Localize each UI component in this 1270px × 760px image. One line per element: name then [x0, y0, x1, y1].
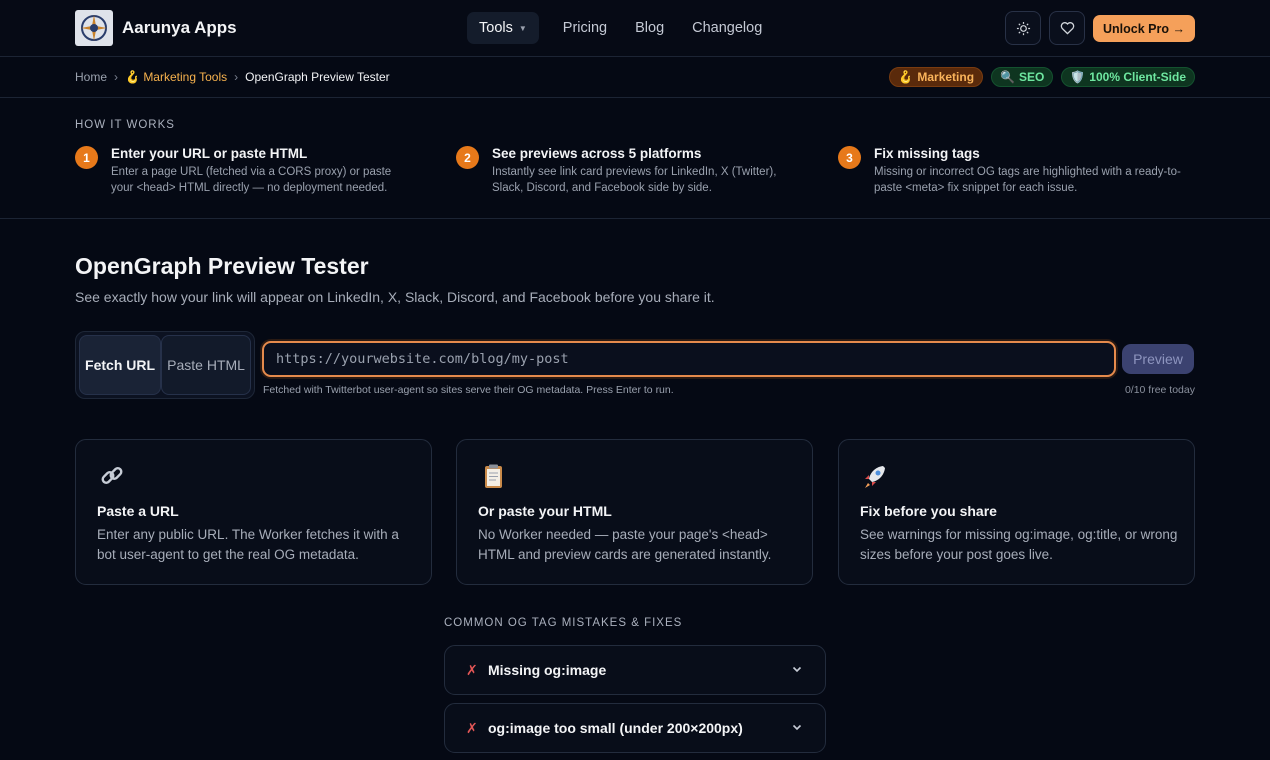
url-input-placeholder: https://yourwebsite.com/blog/my-post	[276, 351, 569, 367]
clipboard-icon	[479, 462, 507, 490]
badge-client-side[interactable]: 🛡️ 100% Client-Side	[1061, 67, 1195, 87]
faq-item-title: Missing og:image	[488, 662, 607, 678]
breadcrumb: Home › 🪝 Marketing Tools › OpenGraph Pre…	[75, 70, 390, 84]
shield-icon: 🛡️	[1070, 70, 1086, 84]
error-x-icon: ✗	[466, 720, 478, 736]
how-step: 2 See previews across 5 platforms Instan…	[456, 146, 796, 196]
step-description: Enter a page URL (fetched via a CORS pro…	[111, 166, 392, 194]
breadcrumb-separator: ›	[114, 70, 119, 84]
brand-name: Aarunya Apps	[122, 18, 237, 37]
breadcrumb-bar: Home › 🪝 Marketing Tools › OpenGraph Pre…	[0, 57, 1270, 98]
breadcrumb-current: OpenGraph Preview Tester	[245, 70, 390, 84]
feature-title: Fix before you share	[860, 503, 997, 519]
unlock-pro-button[interactable]: Unlock Pro →	[1093, 15, 1195, 42]
badge-label: SEO	[1019, 70, 1045, 84]
hook-icon: 🪝	[898, 70, 914, 84]
link-icon	[98, 462, 126, 490]
badge-label: Marketing	[917, 70, 975, 84]
input-mode-toggle: Fetch URL Paste HTML	[75, 331, 255, 399]
url-input[interactable]: https://yourwebsite.com/blog/my-post	[262, 341, 1116, 377]
feature-card: Paste a URL Enter any public URL. The Wo…	[75, 439, 432, 585]
feature-card: Fix before you share See warnings for mi…	[838, 439, 1195, 585]
how-step: 1 Enter your URL or paste HTML Enter a p…	[75, 146, 415, 196]
nav-pricing[interactable]: Pricing	[549, 12, 621, 44]
faq-item[interactable]: ✗ Missing og:image	[444, 645, 826, 695]
how-it-works-section: HOW IT WORKS 1 Enter your URL or paste H…	[0, 98, 1270, 219]
caret-down-icon: ▼	[518, 23, 527, 33]
page-subtitle: See exactly how your link will appear on…	[75, 289, 715, 305]
nav-blog[interactable]: Blog	[621, 12, 678, 44]
top-navbar: Aarunya Apps Tools ▼ Pricing Blog Change…	[0, 0, 1270, 57]
usage-quota: 0/10 free today	[1124, 384, 1195, 396]
step-number: 1	[75, 146, 98, 169]
brand-logo	[75, 10, 113, 46]
step-number: 3	[838, 146, 861, 169]
step-title: Fix missing tags	[874, 146, 980, 161]
paste-html-tab[interactable]: Paste HTML	[161, 335, 251, 395]
step-description: Missing or incorrect OG tags are highlig…	[874, 166, 1181, 194]
favorites-button[interactable]	[1049, 11, 1085, 45]
sun-icon	[1016, 21, 1030, 35]
feature-card: Or paste your HTML No Worker needed — pa…	[456, 439, 813, 585]
step-description: Instantly see link card previews for Lin…	[492, 166, 777, 194]
breadcrumb-marketing-tools[interactable]: 🪝 Marketing Tools	[125, 70, 227, 84]
feature-description: See warnings for missing og:image, og:ti…	[860, 527, 1178, 562]
faq-item[interactable]: ✗ og:image too small (under 200×200px)	[444, 703, 826, 753]
fetch-url-tab[interactable]: Fetch URL	[79, 335, 162, 395]
fetch-hint: Fetched with Twitterbot user-agent so si…	[263, 384, 674, 396]
how-it-works-title: HOW IT WORKS	[75, 119, 175, 131]
badge-marketing[interactable]: 🪝 Marketing	[889, 67, 984, 87]
theme-toggle-button[interactable]	[1005, 11, 1041, 45]
rocket-icon	[861, 462, 889, 490]
magnifier-icon: 🔍	[1000, 70, 1015, 84]
nav-changelog[interactable]: Changelog	[678, 12, 776, 44]
badge-label: 100% Client-Side	[1089, 70, 1186, 84]
error-x-icon: ✗	[466, 662, 478, 678]
badge-seo[interactable]: 🔍 SEO	[991, 67, 1054, 87]
breadcrumb-separator: ›	[234, 70, 239, 84]
feature-title: Or paste your HTML	[478, 503, 612, 519]
breadcrumb-home[interactable]: Home	[75, 70, 107, 84]
step-title: Enter your URL or paste HTML	[111, 146, 308, 161]
hook-icon: 🪝	[125, 70, 140, 84]
chevron-down-icon	[791, 662, 803, 680]
heart-icon	[1060, 22, 1074, 35]
faq-title: COMMON OG TAG MISTAKES & FIXES	[444, 617, 683, 629]
page-title: OpenGraph Preview Tester	[75, 253, 369, 279]
nav-tools[interactable]: Tools ▼	[467, 12, 539, 44]
how-step: 3 Fix missing tags Missing or incorrect …	[838, 146, 1195, 196]
feature-title: Paste a URL	[97, 503, 179, 519]
brand[interactable]: Aarunya Apps	[75, 10, 237, 46]
preview-button[interactable]: Preview	[1122, 344, 1194, 374]
main-nav: Tools ▼ Pricing Blog Changelog	[467, 12, 776, 44]
breadcrumb-section-label: Marketing Tools	[143, 70, 228, 84]
step-number: 2	[456, 146, 479, 169]
chevron-down-icon	[791, 720, 803, 738]
nav-tools-label: Tools	[479, 20, 513, 36]
step-title: See previews across 5 platforms	[492, 146, 702, 161]
category-badges: 🪝 Marketing 🔍 SEO 🛡️ 100% Client-Side	[889, 67, 1195, 87]
feature-description: Enter any public URL. The Worker fetches…	[97, 527, 399, 562]
faq-item-title: og:image too small (under 200×200px)	[488, 720, 743, 736]
feature-description: No Worker needed — paste your page's <he…	[478, 527, 772, 562]
